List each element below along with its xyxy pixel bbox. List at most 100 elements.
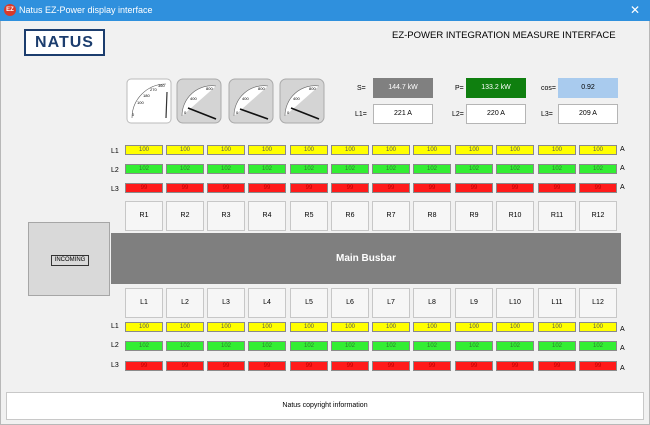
gauge-1-tick-3: 270 [150, 87, 157, 92]
l-feeders-2[interactable]: L2 [166, 288, 204, 318]
l-feeders-12[interactable]: L12 [579, 288, 617, 318]
l-feeders-3[interactable]: L3 [207, 288, 245, 318]
bottom-rows-l3-cell-4: 99 [248, 361, 286, 371]
top-rows-l2-cell-2: 102 [166, 164, 204, 174]
bottom-rows-l1-cell-2: 100 [166, 322, 204, 332]
r-feeders-1[interactable]: R1 [125, 201, 163, 231]
top-rows-l1-cell-3: 100 [207, 145, 245, 155]
s-value: 144.7 kW [373, 78, 433, 98]
top-rows-l2-cell-4: 102 [248, 164, 286, 174]
l-feeders-1[interactable]: L1 [125, 288, 163, 318]
bottom-rows-l3-cell-3: 99 [207, 361, 245, 371]
bottom-rows-l3-cell-6: 99 [331, 361, 369, 371]
bottom-rows-l3-cell-12: 99 [579, 361, 617, 371]
app-icon: EZ [4, 4, 16, 16]
main-busbar: Main Busbar [111, 233, 621, 284]
top-rows-l3-cell-2: 99 [166, 183, 204, 193]
bottom-rows-l1-cell-12: 100 [579, 322, 617, 332]
bottom-rows-l3-cell-11: 99 [538, 361, 576, 371]
top-rows-l3-cell-12: 99 [579, 183, 617, 193]
top-rows-l1-cell-8: 100 [413, 145, 451, 155]
incoming-panel: INCOMING [28, 222, 110, 296]
r-feeders-12[interactable]: R12 [579, 201, 617, 231]
r-feeders-5[interactable]: R5 [290, 201, 328, 231]
bottom-rows-l2-cell-12: 102 [579, 341, 617, 351]
bottom-rows-l3-cell-10: 99 [496, 361, 534, 371]
gauge-1-tick-4: 360 [158, 83, 165, 88]
top-row-unit-l2: A [620, 165, 625, 172]
r-feeders-6[interactable]: R6 [331, 201, 369, 231]
s-label: S= [357, 85, 366, 92]
top-rows-l1-cell-10: 100 [496, 145, 534, 155]
l-feeders-6[interactable]: L6 [331, 288, 369, 318]
top-rows-l3-cell-7: 99 [372, 183, 410, 193]
l-feeders-5[interactable]: L5 [290, 288, 328, 318]
top-rows-l1-cell-11: 100 [538, 145, 576, 155]
gauge-4-tick-2: 800 [309, 86, 316, 91]
top-row-label-l2: L2 [111, 167, 119, 174]
top-rows-l3-cell-9: 99 [455, 183, 493, 193]
bottom-rows-l1-cell-3: 100 [207, 322, 245, 332]
top-rows-l1-cell-1: 100 [125, 145, 163, 155]
gauge-3: 0 400 800 [228, 78, 274, 124]
bottom-row-unit-l3: A [620, 365, 625, 372]
bottom-rows-l2-cell-11: 102 [538, 341, 576, 351]
l1-current-value: 221 A [373, 104, 433, 124]
page-title: EZ-POWER INTEGRATION MEASURE INTERFACE [392, 30, 616, 41]
r-feeders-8[interactable]: R8 [413, 201, 451, 231]
l-feeders-7[interactable]: L7 [372, 288, 410, 318]
top-rows-l3-cell-11: 99 [538, 183, 576, 193]
bottom-rows-l3-cell-5: 99 [290, 361, 328, 371]
gauge-2: 0 400 800 [176, 78, 222, 124]
r-feeders-3[interactable]: R3 [207, 201, 245, 231]
l-feeders-10[interactable]: L10 [496, 288, 534, 318]
r-feeders-4[interactable]: R4 [248, 201, 286, 231]
bottom-rows-l2-cell-1: 102 [125, 341, 163, 351]
r-feeders-10[interactable]: R10 [496, 201, 534, 231]
top-rows-l1-cell-4: 100 [248, 145, 286, 155]
top-rows-l2-cell-10: 102 [496, 164, 534, 174]
footer-copyright: Natus copyright information [6, 392, 644, 420]
bottom-row-unit-l1: A [620, 326, 625, 333]
top-rows-l1-cell-9: 100 [455, 145, 493, 155]
top-rows-l2-cell-11: 102 [538, 164, 576, 174]
gauge-3-tick-1: 400 [242, 96, 249, 101]
gauge-1-tick-2: 180 [143, 93, 150, 98]
bottom-rows-l3-cell-9: 99 [455, 361, 493, 371]
top-rows-l2-cell-8: 102 [413, 164, 451, 174]
l-feeders-11[interactable]: L11 [538, 288, 576, 318]
bottom-row-label-l2: L2 [111, 342, 119, 349]
top-rows-l1-cell-6: 100 [331, 145, 369, 155]
gauge-4: 0 400 800 [279, 78, 325, 124]
l2-current-value: 220 A [466, 104, 526, 124]
gauge-3-tick-2: 800 [258, 86, 265, 91]
cos-label: cos= [541, 85, 556, 92]
l-feeders-4[interactable]: L4 [248, 288, 286, 318]
bottom-rows-l3-cell-8: 99 [413, 361, 451, 371]
bottom-rows-l2-cell-3: 102 [207, 341, 245, 351]
bottom-row-label-l3: L3 [111, 362, 119, 369]
top-rows-l3-cell-10: 99 [496, 183, 534, 193]
natus-logo: NATUS [24, 29, 105, 56]
l2-current-label: L2= [452, 111, 464, 118]
bottom-rows-l1-cell-1: 100 [125, 322, 163, 332]
r-feeders-7[interactable]: R7 [372, 201, 410, 231]
bottom-rows-l1-cell-7: 100 [372, 322, 410, 332]
r-feeders-2[interactable]: R2 [166, 201, 204, 231]
p-value: 133.2 kW [466, 78, 526, 98]
r-feeders-9[interactable]: R9 [455, 201, 493, 231]
top-rows-l3-cell-1: 99 [125, 183, 163, 193]
top-row-label-l1: L1 [111, 148, 119, 155]
l-feeders-8[interactable]: L8 [413, 288, 451, 318]
gauge-1: 0 100 180 270 360 [126, 78, 172, 124]
l1-current-label: L1= [355, 111, 367, 118]
top-rows-l1-cell-2: 100 [166, 145, 204, 155]
l-feeders-9[interactable]: L9 [455, 288, 493, 318]
top-rows-l1-cell-12: 100 [579, 145, 617, 155]
l3-current-value: 209 A [558, 104, 618, 124]
r-feeders-11[interactable]: R11 [538, 201, 576, 231]
top-rows-l2-cell-5: 102 [290, 164, 328, 174]
cos-value: 0.92 [558, 78, 618, 98]
close-icon[interactable]: ✕ [620, 0, 650, 21]
incoming-button[interactable]: INCOMING [51, 255, 89, 266]
